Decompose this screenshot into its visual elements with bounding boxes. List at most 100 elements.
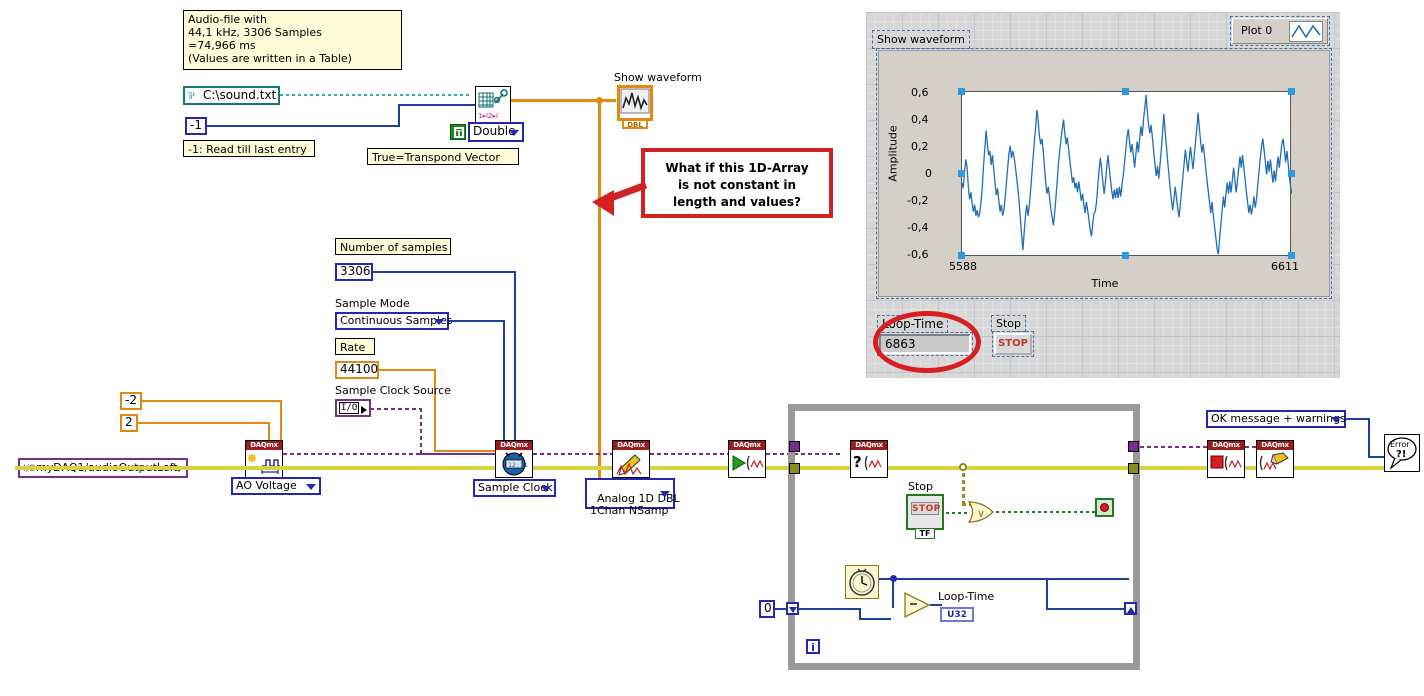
y-tick-5: -0,4 <box>907 221 929 234</box>
loop-tunnel-task-left <box>789 441 800 452</box>
chevron-down-icon <box>306 484 316 490</box>
show-waveform-diagram-label: Show waveform <box>614 71 702 84</box>
selection-handle-br[interactable] <box>1288 252 1295 259</box>
clocksrc-wire-v <box>420 408 422 455</box>
shiftreg-left-wire-h2 <box>859 618 891 620</box>
question-callout: What if this 1D-Array is not constant in… <box>641 148 833 218</box>
daqmx-caption: DAQmx <box>851 441 887 450</box>
y-axis-label: Amplitude <box>886 125 900 182</box>
svg-text:1▸I2▸I: 1▸I2▸I <box>478 112 498 120</box>
plot-legend[interactable]: Plot 0 <box>1230 16 1330 46</box>
y-tick-4: -0,2 <box>907 194 929 207</box>
daqmx-caption: DAQmx <box>246 441 282 450</box>
samplemode-wire-v <box>503 320 505 444</box>
selection-handle-bm[interactable] <box>1122 252 1129 259</box>
errhandler-wire-v <box>1368 418 1370 458</box>
chevron-down-icon <box>509 130 519 136</box>
sample-clock-source-control[interactable]: I/O <box>335 399 371 417</box>
max-wire-h <box>137 422 270 424</box>
x-tick-max: 6611 <box>1271 260 1299 273</box>
tick-wire-v <box>892 578 894 608</box>
tick-wire-h <box>879 578 1129 580</box>
daqmx-is-task-done-question-icon[interactable]: DAQmx ? <box>850 440 888 478</box>
stop-boolean-control[interactable]: STOP <box>906 494 944 530</box>
read-rows-constant[interactable]: -1 <box>185 117 207 135</box>
selection-handle-mr[interactable] <box>1288 170 1295 177</box>
rate-comment: Rate <box>335 338 375 355</box>
daqmx-clear-task-eraser-icon[interactable]: DAQmx <box>1256 440 1294 478</box>
loop-stop-condition-icon[interactable] <box>1095 498 1114 517</box>
stop-wire <box>946 512 970 514</box>
sample-clock-ring[interactable]: Sample Clock <box>473 479 556 497</box>
y-tick-6: -0,6 <box>907 248 929 261</box>
number-of-samples-comment: Number of samples <box>335 238 451 255</box>
daqmx-caption: DAQmx <box>496 441 532 450</box>
selection-handle-bl[interactable] <box>958 252 965 259</box>
path-wire <box>280 94 470 96</box>
analog-1d-dbl-ring[interactable]: Analog 1D DBL 1Chan NSamp <box>585 478 680 517</box>
selection-handle-tm[interactable] <box>1122 88 1129 95</box>
chevron-down-icon <box>541 486 551 492</box>
min-value-constant[interactable]: -2 <box>120 392 142 410</box>
loop-time-u32-terminal[interactable]: U32 <box>940 607 974 622</box>
max-value-constant[interactable]: 2 <box>120 414 138 432</box>
plot-legend-swatch[interactable] <box>1289 21 1323 42</box>
min-wire-v <box>280 400 282 444</box>
error-handler-text: OK message + warnings <box>1211 412 1346 425</box>
selection-handle-tr[interactable] <box>1288 88 1295 95</box>
waveform-trace <box>962 92 1292 257</box>
or-gate-icon[interactable]: ∨ <box>968 500 996 524</box>
array-wire-junction <box>596 97 603 104</box>
error-handler-ring[interactable]: OK message + warnings <box>1206 410 1346 428</box>
rate-constant[interactable]: 44100 <box>335 361 379 379</box>
waveform-graph-indicator-icon[interactable] <box>617 85 653 121</box>
stop-fp-label: Stop <box>990 315 1027 332</box>
sample-clock-source-text: I/O <box>339 402 360 414</box>
daqmx-create-virtual-channel-icon[interactable]: DAQmx <box>245 440 283 478</box>
shift-register-arrow-up-icon <box>1127 607 1135 613</box>
stop-fp-button-label: STOP <box>998 338 1028 349</box>
representation-ring[interactable]: Double <box>468 122 524 142</box>
svg-text:∨: ∨ <box>977 507 985 520</box>
selection-handle-ml[interactable] <box>958 170 965 177</box>
selection-handle-tl[interactable] <box>958 88 965 95</box>
waveform-indicator-dbl-badge: DBL <box>622 119 648 129</box>
simple-error-handler-icon[interactable]: Error ?! <box>1384 434 1420 472</box>
tick-count-timer-icon[interactable] <box>845 565 879 599</box>
y-tick-0: 0,6 <box>911 86 929 99</box>
plot-area[interactable] <box>961 91 1291 256</box>
subtract-function-icon[interactable] <box>903 591 931 619</box>
number-of-samples-constant[interactable]: 3306 <box>335 263 373 281</box>
daqmx-start-task-play-icon[interactable]: DAQmx <box>728 440 766 478</box>
file-path-constant[interactable]: ⅌ C:\sound.txt <box>183 86 280 105</box>
shift-register-init-constant[interactable]: 0 <box>759 600 775 618</box>
svg-text:12:11: 12:11 <box>508 461 528 469</box>
waveform-graph[interactable]: Amplitude 0,6 0,4 0,2 0 -0,2 -0,4 -0,6 5… <box>876 48 1332 299</box>
loop-tunnel-error-left <box>789 463 800 474</box>
loop-tunnel-task-right <box>1128 441 1139 452</box>
task-wire-1 <box>283 453 495 455</box>
ao-voltage-text: AO Voltage <box>236 479 297 492</box>
loop-tunnel-error-right <box>1128 463 1139 474</box>
read-rows-wire-h <box>207 125 400 127</box>
daqmx-timing-clock-icon[interactable]: DAQmx 12:11 <box>495 440 533 478</box>
task-wire-5 <box>1140 446 1212 448</box>
stop-fp-button[interactable]: STOP <box>992 331 1034 357</box>
chevron-down-icon <box>434 319 444 325</box>
sample-mode-ring[interactable]: Continuous Samples <box>335 312 453 330</box>
ao-voltage-ring[interactable]: AO Voltage <box>231 477 321 495</box>
shift-register-right[interactable] <box>1124 602 1137 615</box>
loop-time-diagram-label: Loop-Time <box>938 590 995 603</box>
x-tick-min: 5588 <box>949 260 977 273</box>
daqmx-stop-task-square-icon[interactable]: DAQmx <box>1207 440 1245 478</box>
y-tick-3: 0 <box>925 167 932 180</box>
callout-arrow-icon <box>592 181 648 216</box>
read-rows-wire-h2 <box>398 104 476 106</box>
y-tick-2: 0,2 <box>911 140 929 153</box>
chevron-down-icon <box>361 406 367 414</box>
daqmx-write-pencil-icon[interactable]: DAQmx <box>612 440 650 478</box>
u32-text: U32 <box>947 610 967 620</box>
read-from-spreadsheet-file-icon[interactable]: 1▸I2▸I <box>475 86 511 124</box>
errhandler-wire-h <box>1345 418 1370 420</box>
true-boolean-constant[interactable]: T <box>450 124 466 140</box>
